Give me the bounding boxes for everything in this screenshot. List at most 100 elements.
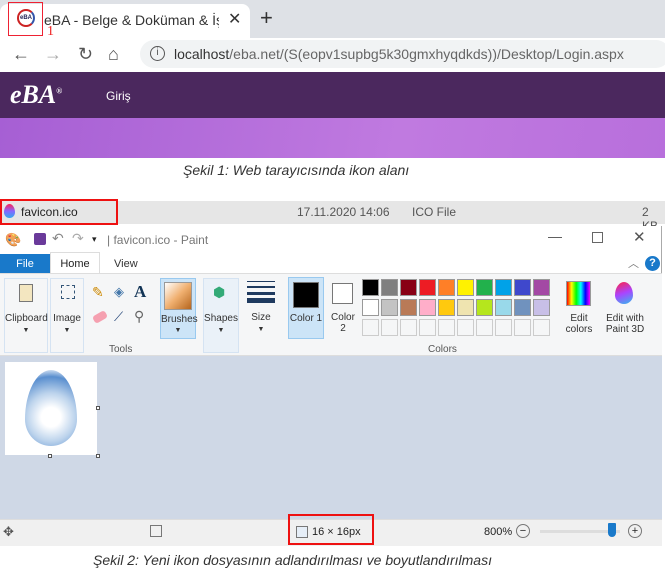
palette-swatch[interactable] (457, 279, 474, 296)
caption-2: Şekil 2: Yeni ikon dosyasının adlandırıl… (93, 552, 492, 568)
palette-swatch[interactable] (400, 299, 417, 316)
palette-swatch[interactable] (457, 319, 474, 336)
clipboard-label: Clipboard (5, 313, 48, 324)
select-icon (61, 285, 75, 299)
tab-file[interactable]: File (0, 254, 50, 274)
magnifier-icon[interactable]: ⚲ (134, 308, 144, 325)
palette-swatch[interactable] (457, 299, 474, 316)
clipboard-icon (19, 284, 33, 302)
palette-swatch[interactable] (419, 279, 436, 296)
palette-swatch[interactable] (514, 299, 531, 316)
edit-3d-label: Edit with Paint 3D (605, 313, 645, 335)
palette-swatch[interactable] (438, 279, 455, 296)
undo-icon[interactable]: ↶ (52, 230, 64, 247)
resize-handle[interactable] (96, 406, 100, 410)
brush-icon (164, 282, 192, 310)
image-canvas[interactable] (5, 362, 97, 455)
palette-swatch[interactable] (381, 279, 398, 296)
tools-label: Tools (109, 344, 133, 355)
color2-label: Color 2 (331, 312, 355, 334)
back-icon[interactable]: ← (12, 44, 30, 65)
text-icon[interactable]: A (134, 282, 146, 302)
size-icon (247, 281, 275, 282)
maximize-icon[interactable] (592, 232, 603, 243)
zoom-slider-thumb[interactable] (608, 523, 617, 537)
tab-title: eBA - Belge & Doküman & İş Akışı (44, 12, 219, 28)
resize-handle[interactable] (96, 454, 100, 458)
palette-swatch[interactable] (362, 299, 379, 316)
resize-handle[interactable] (48, 454, 52, 458)
zoom-out-icon[interactable]: − (516, 524, 530, 538)
water-drop-icon (25, 370, 77, 446)
new-tab-icon[interactable]: + (260, 5, 273, 31)
paint-app-icon: 🎨 (5, 232, 22, 247)
edit-colors-label: Edit colors (565, 313, 593, 335)
minimize-icon[interactable]: — (548, 228, 562, 244)
shapes-button[interactable]: ⬢ Shapes ▼ (203, 278, 239, 353)
help-icon[interactable]: ? (645, 256, 660, 271)
zoom-level: 800% (484, 526, 513, 538)
palette-swatch[interactable] (419, 299, 436, 316)
reload-icon[interactable]: ↻ (78, 44, 93, 65)
palette-swatch[interactable] (438, 299, 455, 316)
palette-swatch[interactable] (438, 319, 455, 336)
palette-swatch[interactable] (495, 299, 512, 316)
edit-colors-button[interactable]: Edit colors (563, 279, 595, 339)
size-button[interactable]: Size ▼ (245, 278, 277, 338)
color-picker-icon[interactable]: ⟋ (114, 309, 123, 325)
palette-swatch[interactable] (400, 279, 417, 296)
selection-size-icon (150, 525, 162, 537)
image-size-highlight-box (288, 514, 374, 545)
tab-home[interactable]: Home (50, 252, 100, 274)
url-path: /eba.net/(S(eopv1supbg5k30gmxhyqdkds))/D… (229, 46, 624, 62)
fill-icon[interactable]: ◈ (114, 284, 124, 300)
palette-swatch[interactable] (400, 319, 417, 336)
site-info-icon[interactable]: i (150, 46, 165, 61)
color1-swatch (293, 282, 319, 308)
image-button[interactable]: Image ▼ (50, 278, 84, 353)
cursor-position-icon: ✥ (3, 524, 14, 539)
pencil-icon[interactable]: ✎ (92, 284, 104, 301)
save-icon[interactable] (34, 233, 46, 245)
brushes-button[interactable]: Brushes ▼ (160, 278, 198, 339)
home-icon[interactable]: ⌂ (108, 44, 119, 65)
palette-swatch[interactable] (362, 279, 379, 296)
close-window-icon[interactable]: ✕ (633, 228, 646, 246)
url-host: localhost (174, 46, 230, 62)
palette-swatch[interactable] (419, 319, 436, 336)
caption-1: Şekil 1: Web tarayıcısında ikon alanı (183, 162, 410, 178)
nav-giris[interactable]: Giriş (106, 89, 131, 103)
canvas-area (0, 356, 662, 520)
color1-label: Color 1 (289, 313, 323, 324)
palette-swatch[interactable] (495, 319, 512, 336)
close-tab-icon[interactable]: ✕ (228, 9, 241, 29)
palette-swatch[interactable] (533, 319, 550, 336)
palette-swatch[interactable] (495, 279, 512, 296)
redo-icon[interactable]: ↷ (72, 230, 84, 247)
eba-logo: eBA® (10, 80, 63, 109)
palette-swatch[interactable] (381, 319, 398, 336)
colors-label: Colors (428, 344, 457, 355)
collapse-ribbon-icon[interactable]: ︿ (628, 255, 639, 271)
palette-swatch[interactable] (476, 299, 493, 316)
palette-swatch[interactable] (476, 279, 493, 296)
forward-icon[interactable]: → (44, 44, 62, 65)
tab-view[interactable]: View (114, 258, 138, 270)
palette-swatch[interactable] (514, 279, 531, 296)
palette-swatch[interactable] (514, 319, 531, 336)
image-label: Image (53, 313, 81, 324)
color1-button[interactable]: Color 1 (288, 277, 324, 339)
palette-swatch[interactable] (476, 319, 493, 336)
clipboard-button[interactable]: Clipboard ▼ (4, 278, 48, 353)
zoom-in-icon[interactable]: + (628, 524, 642, 538)
palette-swatch[interactable] (381, 299, 398, 316)
palette-swatch[interactable] (362, 319, 379, 336)
palette-swatch[interactable] (533, 299, 550, 316)
color2-swatch (332, 283, 353, 304)
url-input[interactable]: localhost/eba.net/(S(eopv1supbg5k30gmxhy… (140, 40, 665, 68)
customize-toolbar-icon[interactable]: ▾ (92, 234, 97, 245)
palette-swatch[interactable] (533, 279, 550, 296)
file-type: ICO File (412, 205, 457, 219)
edit-with-paint3d-button[interactable]: Edit with Paint 3D (603, 279, 649, 339)
color2-button[interactable]: Color 2 (328, 278, 358, 338)
